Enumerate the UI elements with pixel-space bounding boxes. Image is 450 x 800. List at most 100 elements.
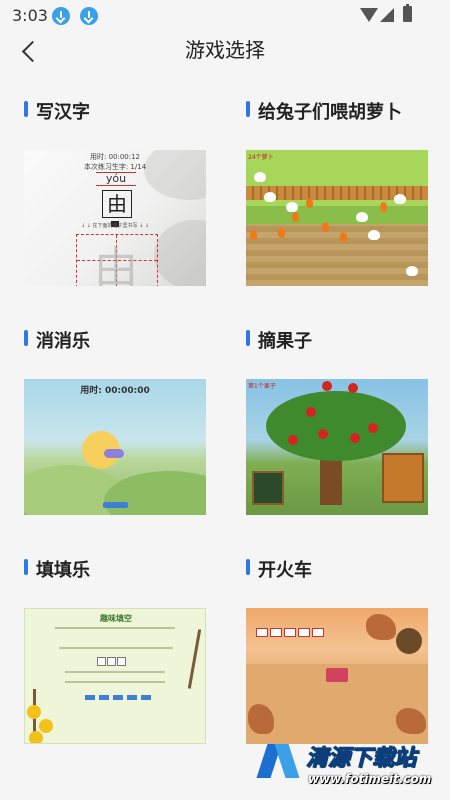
rabbit-icon <box>254 172 266 182</box>
choice-chip <box>85 695 95 700</box>
carrot-icon <box>340 232 347 242</box>
game-title-label: 摘果子 <box>258 331 312 352</box>
carrot-icon <box>278 228 285 238</box>
carrot-icon <box>306 198 313 208</box>
carrot-icon <box>250 230 257 240</box>
choice-chip <box>99 695 109 700</box>
ghost-character: 由 <box>94 243 138 286</box>
game-card-write-chinese[interactable]: 写汉字 用时: 00:00:12 本次练习生字: 1/14 yóu 由 ↓ ↓ … <box>24 98 224 298</box>
soil-field <box>246 224 428 286</box>
watermark-text: 清源下载站 <box>305 746 417 772</box>
rabbit-icon <box>394 194 406 204</box>
game-title-label: 写汉字 <box>36 102 90 123</box>
rock-decoration <box>366 614 396 640</box>
game-thumbnail-pick-fruit[interactable]: 第1个果子 <box>246 379 428 515</box>
game-thumbnail-fill-blank[interactable]: 趣味填空 <box>24 608 206 744</box>
branch-decoration <box>187 629 202 689</box>
text-line <box>65 681 165 683</box>
game-thumbnail-write-chinese[interactable]: 用时: 00:00:12 本次练习生字: 1/14 yóu 由 ↓ ↓ 在下面的… <box>24 150 206 286</box>
apple-icon <box>288 435 298 445</box>
game-card-train[interactable]: 开火车 <box>246 556 446 756</box>
rabbit-icon <box>286 202 298 212</box>
game-title-label: 填填乐 <box>36 560 90 581</box>
game-card-fill-blank[interactable]: 填填乐 趣味填空 <box>24 556 224 756</box>
thumb-bubble <box>104 449 124 458</box>
train-engine <box>326 668 348 682</box>
battery-icon <box>403 4 412 22</box>
thumb-hint: ↓ ↓ 在下面的格子里书写 ↓ ↓ <box>80 223 150 229</box>
carrot-icon <box>292 212 299 222</box>
apple-icon <box>318 429 328 439</box>
answer-slot <box>107 657 116 666</box>
apple-icon <box>306 407 316 417</box>
tunnel <box>396 628 422 654</box>
flower-decoration <box>39 719 53 733</box>
title-marker <box>24 559 28 575</box>
app-header: 游戏选择 <box>0 32 450 82</box>
download-icon <box>52 7 70 25</box>
watermark-url: www.fotimeit.com <box>308 772 432 786</box>
title-marker <box>24 101 28 117</box>
thumb-pinyin: yóu <box>96 172 136 186</box>
carrot-icon <box>380 202 387 212</box>
signal-icon <box>380 8 394 22</box>
apple-icon <box>322 381 332 391</box>
wifi-icon <box>360 8 378 22</box>
ink-wash-decoration <box>154 220 206 286</box>
text-line <box>59 647 173 649</box>
answer-slot <box>97 657 106 666</box>
choice-chip <box>141 695 151 700</box>
answer-slot <box>117 657 126 666</box>
download-icon <box>80 7 98 25</box>
rabbit-icon <box>406 266 418 276</box>
game-thumbnail-feed-rabbits[interactable]: 24个萝卜 <box>246 150 428 286</box>
game-card-feed-rabbits[interactable]: 给兔子们喂胡萝卜 24个萝卜 <box>246 98 446 298</box>
watermark-logo-icon <box>258 738 302 782</box>
train-car-icon <box>298 628 310 637</box>
thumb-timer: 用时: 00:00:12 <box>89 153 141 161</box>
flower-decoration <box>27 705 41 719</box>
title-marker <box>24 330 28 346</box>
thumb-start-button <box>103 502 128 508</box>
rabbit-icon <box>368 230 380 240</box>
thumb-timer: 用时: 00:00:00 <box>80 386 150 396</box>
text-line <box>65 671 165 673</box>
page-title: 游戏选择 <box>185 38 265 62</box>
apple-icon <box>368 423 378 433</box>
thumb-progress: 本次练习生字: 1/14 <box>83 163 147 171</box>
status-bar: 3:03 <box>0 0 450 32</box>
rabbit-icon <box>356 212 368 222</box>
status-time: 3:03 <box>12 6 48 25</box>
choice-chip <box>113 695 123 700</box>
tree-crown <box>266 391 406 461</box>
choice-chip <box>127 695 137 700</box>
game-card-pick-fruit[interactable]: 摘果子 第1个果子 <box>246 327 446 527</box>
hill-decoration <box>104 471 206 515</box>
game-title-label: 开火车 <box>258 560 312 581</box>
train-car-icon <box>256 628 268 637</box>
thumb-level: 第1个果子 <box>248 383 276 390</box>
train-car-icon <box>270 628 282 637</box>
watermark: 清源下载站 www.fotimeit.com <box>258 736 448 798</box>
game-thumbnail-match[interactable]: 用时: 00:00:00 <box>24 379 206 515</box>
flower-decoration <box>29 731 43 743</box>
title-marker <box>246 559 250 575</box>
apple-icon <box>350 433 360 443</box>
fruit-shelf <box>382 453 424 503</box>
game-title-label: 消消乐 <box>36 331 90 352</box>
title-marker <box>246 330 250 346</box>
rabbit-icon <box>264 192 276 202</box>
chalkboard <box>252 471 284 505</box>
game-card-match[interactable]: 消消乐 用时: 00:00:00 <box>24 327 224 527</box>
game-thumbnail-train[interactable] <box>246 608 428 744</box>
thumb-title: 趣味填空 <box>100 614 132 623</box>
thumb-score: 24个萝卜 <box>248 154 274 161</box>
game-title-label: 给兔子们喂胡萝卜 <box>258 102 402 123</box>
text-line <box>55 627 175 629</box>
train-car-icon <box>284 628 296 637</box>
title-marker <box>246 101 250 117</box>
thumb-character: 由 <box>102 190 132 218</box>
carrot-icon <box>322 222 329 232</box>
apple-icon <box>348 383 358 393</box>
train-car-icon <box>312 628 324 637</box>
